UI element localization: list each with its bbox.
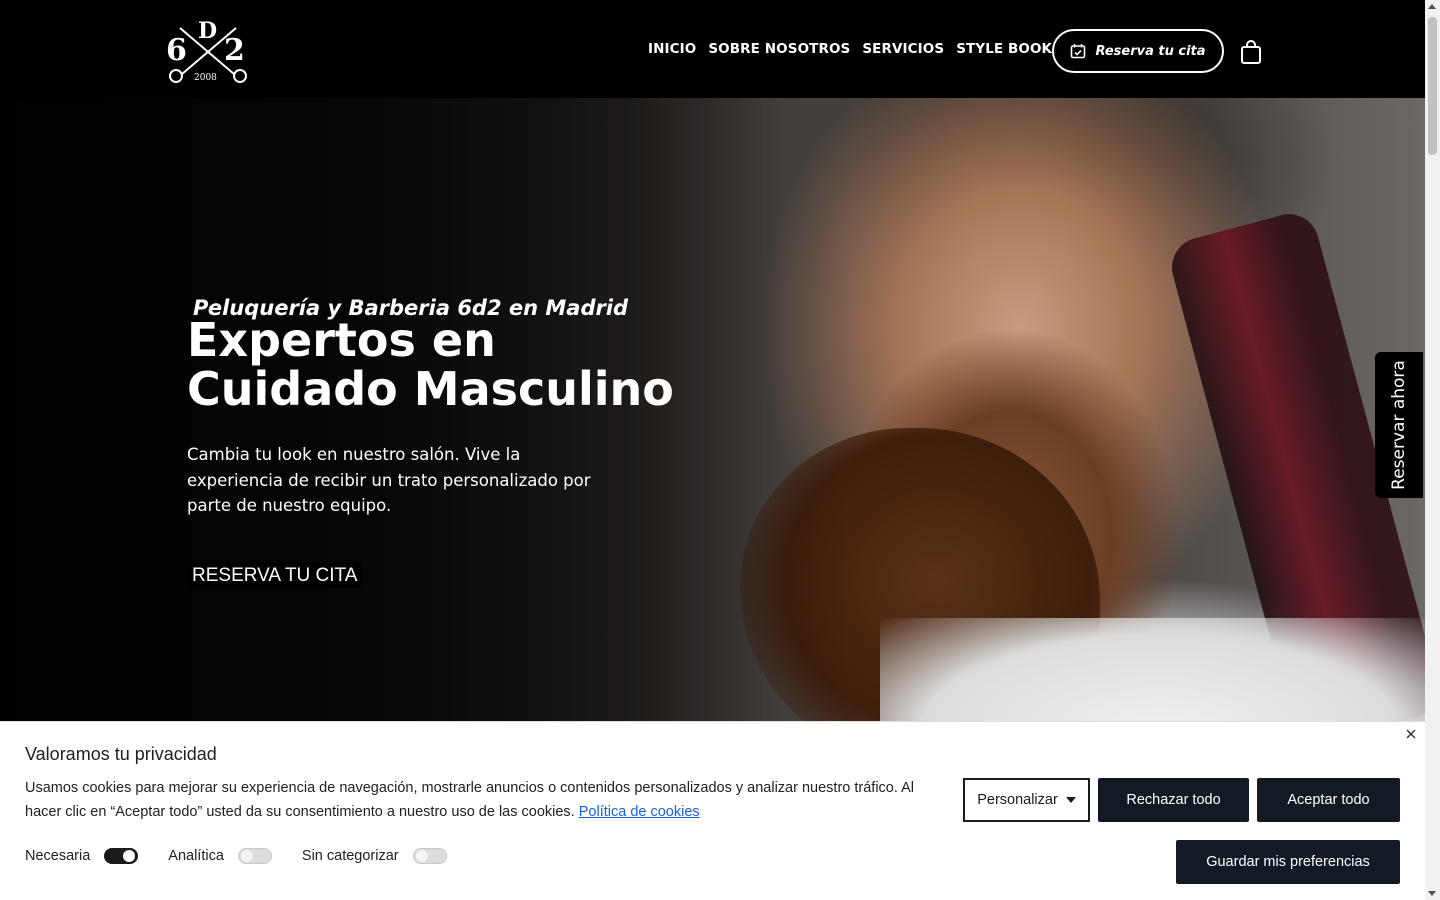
reserve-now-label: Reservar ahora [1389, 360, 1409, 490]
hero-title-line-2: Cuidado Masculino [187, 362, 674, 416]
cookie-description: Usamos cookies para mejorar su experienc… [25, 780, 915, 820]
personalize-button[interactable]: Personalizar [963, 778, 1090, 822]
logo-letter-2: 2 [224, 33, 245, 68]
nav-sobre-nosotros[interactable]: SOBRE NOSOTROS [708, 41, 850, 57]
book-appointment-button[interactable]: Reserva tu cita [1052, 29, 1224, 73]
scrollbar-thumb[interactable] [1428, 17, 1437, 155]
scissors-crossed-logo-icon: 6 D 2 2008 [166, 18, 247, 83]
caret-down-icon [1065, 797, 1076, 803]
cookie-text: Usamos cookies para mejorar su experienc… [25, 776, 945, 824]
page-scrollbar[interactable] [1425, 0, 1440, 900]
hero-title: Expertos en Cuidado Masculino [187, 316, 707, 414]
nav-style-book[interactable]: STYLE BOOK [956, 41, 1052, 57]
hero-cta-button[interactable]: RESERVA TU CITA [187, 563, 363, 588]
calendar-check-icon [1071, 44, 1086, 59]
logo-year: 2008 [194, 73, 217, 83]
nav-servicios[interactable]: SERVICIOS [862, 41, 944, 57]
shopping-bag-icon[interactable] [1239, 39, 1263, 65]
reject-all-button[interactable]: Rechazar todo [1098, 778, 1249, 822]
scroll-down-arrow-icon[interactable] [1428, 891, 1436, 896]
toggle-analitica-switch[interactable] [237, 848, 272, 864]
cookie-consent-banner: Valoramos tu privacidad Usamos cookies p… [0, 721, 1425, 900]
cookie-policy-link[interactable]: Política de cookies [579, 804, 700, 820]
nav-inicio[interactable]: INICIO [648, 41, 696, 57]
toggle-sin-categorizar: Sin categorizar [302, 848, 447, 864]
close-icon[interactable] [1404, 727, 1418, 741]
site-header: 6 D 2 2008 INICIO SOBRE NOSOTROS SERVICI… [0, 0, 1425, 98]
reserve-now-side-tab[interactable]: Reservar ahora [1375, 352, 1423, 498]
hero-section: Peluquería y Barberia 6d2 en Madrid Expe… [0, 98, 1425, 721]
save-preferences-button[interactable]: Guardar mis preferencias [1176, 840, 1400, 884]
logo-letter-6: 6 [166, 33, 187, 68]
cookie-title: Valoramos tu privacidad [25, 744, 217, 764]
scroll-up-arrow-icon[interactable] [1428, 4, 1436, 9]
toggle-necesaria-label: Necesaria [25, 848, 91, 864]
toggle-necesaria: Necesaria [25, 848, 139, 864]
personalize-label: Personalizar [977, 792, 1058, 808]
book-appointment-label: Reserva tu cita [1095, 43, 1206, 59]
main-nav: INICIO SOBRE NOSOTROS SERVICIOS STYLE BO… [648, 41, 1052, 57]
logo[interactable]: 6 D 2 2008 [160, 16, 256, 86]
logo-letter-d: D [198, 18, 217, 44]
toggle-sin-categorizar-switch[interactable] [412, 848, 447, 864]
accept-all-button[interactable]: Aceptar todo [1257, 778, 1400, 822]
toggle-analitica-label: Analítica [168, 848, 224, 864]
cookie-category-toggles: Necesaria Analítica Sin categorizar [25, 848, 477, 864]
toggle-analitica: Analítica [168, 848, 272, 864]
toggle-sin-categorizar-label: Sin categorizar [301, 848, 399, 864]
toggle-necesaria-switch[interactable] [104, 848, 139, 864]
hero-title-line-1: Expertos en [187, 313, 496, 367]
hero-description: Cambia tu look en nuestro salón. Vive la… [187, 445, 591, 515]
